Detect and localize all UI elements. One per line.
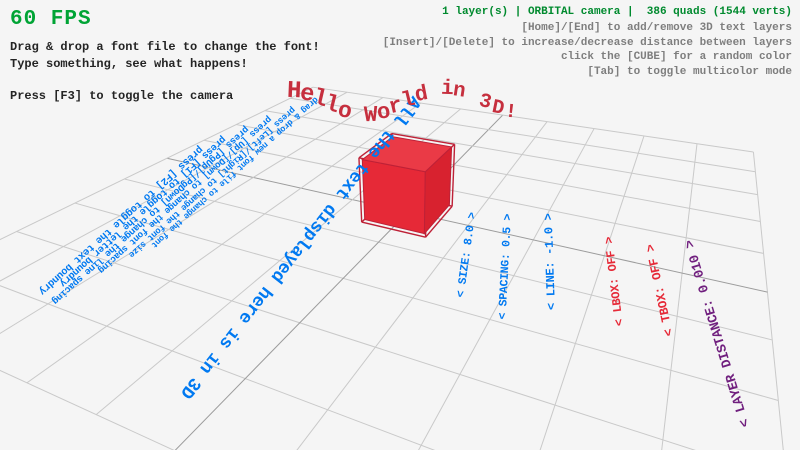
grid-line [167, 158, 767, 292]
grid-line [637, 144, 697, 450]
grid-line [0, 307, 800, 450]
grid-line [492, 136, 644, 450]
hud-left: 60 FPS Drag & drop a font file to change… [10, 8, 320, 105]
grid-line [290, 98, 755, 171]
raylib-3d-text-demo-window: drag & drop a new font file to change th… [0, 0, 800, 450]
grid-line [75, 203, 778, 400]
grid-line [265, 111, 758, 195]
hint-add-remove-layers: [Home]/[End] to add/remove 3D text layer… [383, 21, 792, 36]
hint-type-something: Type something, see what happens! [10, 56, 320, 73]
fps-counter: 60 FPS [10, 8, 320, 31]
hint-cube-random-color: click the [CUBE] for a random color [383, 50, 792, 65]
red-cube[interactable] [359, 134, 455, 238]
hint-toggle-camera: Press [F3] to toggle the camera [10, 88, 320, 105]
grid-line [0, 87, 313, 307]
hint-multicolor-mode: [Tab] to toggle multicolor mode [383, 65, 792, 80]
cube-wire-edge[interactable] [359, 158, 362, 222]
grid-line [204, 140, 764, 253]
cube-face-front[interactable] [362, 160, 425, 234]
cube-wire-edge[interactable] [452, 144, 454, 206]
grid-line [753, 152, 800, 450]
hint-drag-drop-font: Drag & drop a font file to change the fo… [10, 39, 320, 56]
grid-line [0, 97, 383, 354]
hint-layer-distance: [Insert]/[Delete] to increase/decrease d… [383, 36, 792, 51]
grid-line [0, 265, 797, 450]
grid-line [27, 103, 421, 383]
grid-line [0, 92, 347, 329]
hud-right: 1 layer(s) | ORBITAL camera | 386 quads … [383, 6, 792, 79]
grid-line [17, 231, 787, 450]
status-bar: 1 layer(s) | ORBITAL camera | 386 quads … [383, 6, 792, 18]
